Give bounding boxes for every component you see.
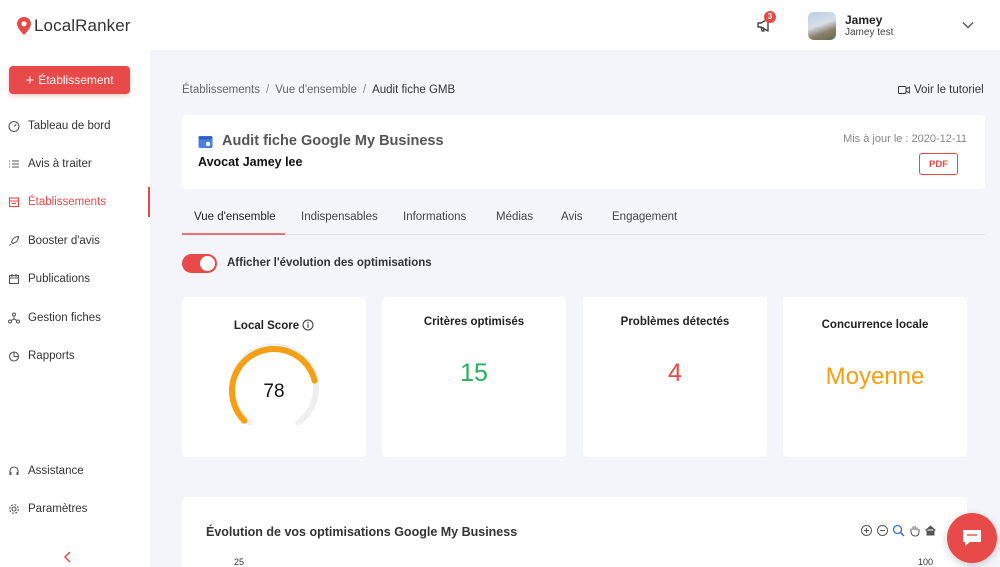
tab-vue-d-ensemble[interactable]: Vue d'ensemble	[194, 211, 276, 223]
tutorial-label: Voir le tutoriel	[914, 84, 984, 96]
problems-detected-value: 4	[668, 359, 682, 387]
chat-support-button[interactable]	[947, 513, 997, 563]
store-icon	[8, 197, 20, 208]
problems-detected-label: Problèmes détectés	[620, 316, 730, 328]
sidebar-item-gestion-fiches[interactable]: Gestion fiches	[0, 303, 150, 333]
headset-icon	[9, 466, 19, 475]
local-score-value: 78	[263, 381, 285, 402]
google-my-business-icon	[198, 136, 213, 148]
plus-icon: +	[25, 71, 35, 89]
pdf-button[interactable]: PDF	[919, 153, 958, 175]
dashboard-icon	[8, 120, 20, 132]
calendar-icon	[8, 274, 20, 285]
sidebar-item-parametres[interactable]: Paramètres	[0, 494, 150, 524]
local-score-card: Local Score 78	[182, 297, 366, 457]
problems-detected-card: Problèmes détectés 4	[583, 297, 767, 457]
tab-informations[interactable]: Informations	[403, 211, 466, 223]
page-title: Audit fiche Google My Business	[222, 133, 444, 149]
user-name: Jamey	[845, 12, 883, 27]
breadcrumb-current: Audit fiche GMB	[372, 84, 456, 96]
zoom-out-icon[interactable]	[876, 524, 889, 537]
sidebar-item-label: Établissements	[28, 196, 106, 208]
local-score-label: Local Score	[182, 319, 366, 332]
sidebar-item-publications[interactable]: Publications	[0, 264, 150, 294]
evolution-chart-card: Évolution de vos optimisations Google My…	[182, 497, 967, 567]
local-competition-value: Moyenne	[825, 363, 925, 390]
active-tab-indicator	[182, 233, 285, 235]
pie-chart-icon	[8, 351, 20, 362]
establishment-name: Avocat Jamey lee	[198, 155, 303, 169]
sidebar-item-label: Tableau de bord	[28, 120, 111, 132]
chat-bubble-icon	[963, 530, 981, 546]
updated-date: Mis à jour le : 2020-12-11	[843, 133, 967, 145]
location-pin-icon	[17, 17, 31, 35]
sidebar-item-etablissements[interactable]: Établissements	[0, 187, 150, 217]
evolution-chart-title: Évolution de vos optimisations Google My…	[206, 525, 518, 539]
reset-zoom-home-icon[interactable]	[924, 524, 937, 537]
pan-hand-icon[interactable]	[908, 524, 921, 537]
breadcrumb: Établissements / Vue d'ensemble / Audit fich…	[182, 84, 456, 96]
sidebar-item-rapports[interactable]: Rapports	[0, 341, 150, 371]
optimized-criteria-value: 15	[460, 359, 488, 387]
top-bar: LocalRanker 3 Jamey Jamey test	[0, 0, 1000, 50]
sidebar-item-label: Booster d'avis	[28, 235, 100, 247]
sidebar-item-assistance[interactable]: Assistance	[0, 456, 150, 486]
chevron-down-icon[interactable]	[962, 20, 974, 30]
collapse-sidebar-icon[interactable]	[63, 550, 73, 564]
add-establishment-label: Établissement	[38, 73, 114, 87]
local-competition-card: Concurrence locale Moyenne	[783, 297, 967, 457]
evolution-toggle[interactable]	[182, 254, 217, 273]
sidebar-item-label: Paramètres	[28, 503, 88, 515]
local-competition-label: Concurrence locale	[821, 319, 929, 331]
breadcrumb-item[interactable]: Établissements	[182, 84, 260, 96]
sidebar-item-tableau-de-bord[interactable]: Tableau de bord	[0, 111, 150, 141]
sidebar-item-avis-a-traiter[interactable]: Avis à traiter	[0, 149, 150, 179]
tab-engagement[interactable]: Engagement	[612, 211, 677, 223]
gear-icon	[9, 504, 19, 514]
brand-name: LocalRanker	[34, 16, 131, 35]
sidebar-item-label: Avis à traiter	[28, 158, 92, 170]
network-icon	[8, 312, 20, 324]
user-organization: Jamey test	[845, 27, 894, 39]
tab-avis[interactable]: Avis	[561, 211, 583, 223]
localranker-logo[interactable]: LocalRanker	[17, 16, 131, 36]
tab-indispensables[interactable]: Indispensables	[301, 211, 378, 223]
sidebar-item-label: Publications	[28, 273, 91, 285]
notifications-button[interactable]: 3	[756, 11, 776, 34]
evolution-toggle-label: Afficher l'évolution des optimisations	[227, 257, 432, 269]
notification-badge: 3	[764, 11, 776, 23]
sidebar: + Établissement Tableau de bord Avis à t…	[0, 50, 150, 567]
user-menu[interactable]: Jamey Jamey test	[808, 12, 893, 40]
tab-bar: Vue d'ensemble Indispensables Informatio…	[182, 202, 985, 235]
avatar	[808, 12, 836, 40]
selection-zoom-icon[interactable]	[892, 524, 905, 537]
audit-header-card: Audit fiche Google My Business Avocat Ja…	[182, 115, 985, 189]
tab-medias[interactable]: Médias	[496, 211, 533, 223]
y-axis-left-tick: 25	[234, 557, 245, 567]
video-camera-icon	[898, 86, 910, 94]
sidebar-item-label: Assistance	[28, 465, 84, 477]
tutorial-link[interactable]: Voir le tutoriel	[898, 84, 984, 96]
optimized-criteria-label: Critères optimisés	[423, 316, 525, 328]
y-axis-right-tick: 100	[918, 557, 934, 567]
sidebar-item-label: Rapports	[28, 350, 75, 362]
zoom-in-icon[interactable]	[860, 524, 873, 537]
breadcrumb-item[interactable]: Vue d'ensemble	[275, 84, 357, 96]
sidebar-item-label: Gestion fiches	[28, 312, 101, 324]
optimized-criteria-card: Critères optimisés 15	[382, 297, 566, 457]
info-icon[interactable]	[302, 319, 314, 331]
list-icon	[9, 160, 19, 168]
rocket-icon	[9, 235, 20, 246]
toggle-knob	[200, 256, 215, 271]
add-establishment-button[interactable]: + Établissement	[9, 66, 130, 94]
sidebar-item-booster-d-avis[interactable]: Booster d'avis	[0, 226, 150, 256]
chart-toolbar	[860, 524, 937, 537]
